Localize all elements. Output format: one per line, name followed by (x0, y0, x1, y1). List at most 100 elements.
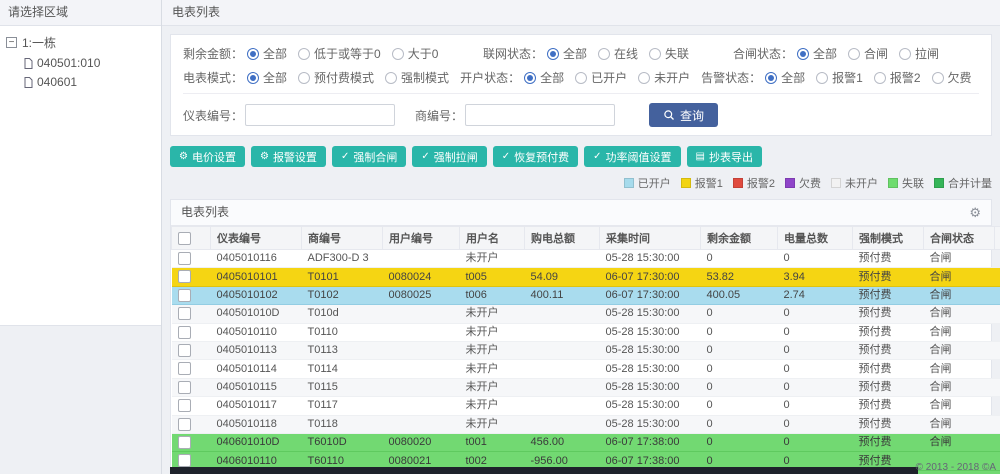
toolbar-button[interactable]: ⚙ 电价设置 (170, 146, 245, 167)
radio-option[interactable]: 报警2 (873, 69, 921, 86)
radio-icon (385, 71, 398, 84)
radio-option[interactable]: 拉闸 (899, 45, 939, 62)
radio-option[interactable]: 全部 (247, 69, 287, 86)
radio-option[interactable]: 全部 (524, 69, 564, 86)
radio-option[interactable]: 欠费 (931, 69, 972, 86)
radio-option[interactable]: 失联 (649, 45, 689, 62)
radio-icon (524, 71, 537, 84)
tree-node[interactable]: 040601 (6, 75, 155, 89)
copyright: © 2013 - 2018 ©A (915, 462, 996, 473)
search-button-label: 查询 (680, 108, 705, 123)
tree-root-item[interactable]: − 1:一栋 (6, 34, 155, 51)
row-checkbox-cell (171, 415, 211, 435)
radio-option[interactable]: 大于0 (391, 45, 438, 62)
table-cell: 0080025 (382, 286, 460, 306)
row-checkbox[interactable] (177, 288, 191, 302)
search-button[interactable]: 查询 (649, 103, 719, 127)
row-checkbox[interactable] (177, 344, 191, 358)
table-row[interactable]: 040601010D T6010D 0080020 t001 456.00 06-07 1… (171, 433, 1000, 453)
radio-option[interactable]: 已开户 (575, 69, 627, 86)
table-row[interactable]: 0405010116 ADF300-D 3 未开户 05-28 15:30:00 0 0 预… (171, 249, 1000, 269)
table-cell: 0405010117 (210, 396, 302, 416)
radio-icon (247, 71, 260, 84)
tree-node[interactable]: 040501:010 (6, 56, 155, 70)
table-cell (382, 304, 460, 324)
filter-row-1: 剩余金额： 全部 低于或等于0 大于0 联网状态： 全部 在线 失联 合闸状态： 全部 合闸 拉闸 (183, 45, 979, 62)
radio-option-label: 报警1 (832, 71, 863, 85)
row-checkbox[interactable] (177, 252, 191, 265)
table-row[interactable]: 0405010113T0113未开户05-28 15:30:0000预付费合闸在… (171, 341, 1000, 361)
table-cell: 0 (777, 396, 853, 416)
legend-item: 已开户 (623, 175, 671, 191)
legend-swatch (623, 178, 634, 188)
row-checkbox[interactable] (177, 399, 191, 413)
table-row[interactable]: 0405010110T0110未开户05-28 15:30:0000预付费合闸在… (171, 323, 1000, 343)
radio-option[interactable]: 全部 (247, 45, 287, 62)
table-row[interactable]: 0405010117T0117未开户05-28 15:30:0000预付费合闸在… (171, 396, 1000, 416)
table-settings-gear-icon[interactable]: ⚙ (969, 206, 981, 219)
legend-item: 欠费 (785, 175, 821, 191)
radio-option[interactable]: 强制模式 (385, 69, 449, 86)
toolbar-button[interactable]: ▤ 抄表导出 (686, 146, 762, 167)
toolbar-button[interactable]: ✓ 功率阈值设置 (584, 146, 681, 167)
table-cell: 合闸 (923, 286, 995, 306)
table-row[interactable]: 0405010102 T0102 0080025 t006 400.11 06-07 17… (171, 286, 1000, 306)
row-checkbox[interactable] (177, 436, 191, 450)
table-cell (524, 378, 600, 398)
radio-option[interactable]: 未开户 (638, 69, 690, 86)
row-checkbox[interactable] (177, 362, 191, 376)
table-cell (382, 323, 460, 343)
tree-node-label: 040601 (37, 75, 78, 89)
radio-option-label: 欠费 (947, 71, 972, 85)
select-all-checkbox[interactable] (178, 231, 191, 245)
radio-option[interactable]: 全部 (765, 69, 805, 86)
row-checkbox[interactable] (177, 380, 191, 394)
table-cell: T0115 (301, 378, 383, 398)
merchant-no-input[interactable] (465, 104, 616, 126)
row-checkbox[interactable] (177, 325, 191, 339)
table-cell: 0 (777, 359, 853, 379)
radio-option-label: 强制模式 (401, 71, 450, 85)
table-cell: t005 (459, 267, 525, 287)
radio-option[interactable]: 在线 (598, 45, 638, 62)
toolbar-button[interactable]: ✓ 强制合闸 (331, 146, 407, 167)
table-cell: 合闸 (923, 415, 995, 435)
toolbar-button[interactable]: ✓ 强制拉闸 (412, 146, 487, 167)
filter-group-label: 联网状态： (483, 47, 544, 61)
collapse-icon[interactable]: − (6, 37, 17, 48)
table-cell: 0 (700, 378, 778, 398)
radio-icon (899, 47, 912, 60)
table-row[interactable]: 0405010115T0115未开户05-28 15:30:0000预付费合闸在… (171, 378, 1000, 398)
toolbar-button[interactable]: ⚙ 报警设置 (250, 146, 326, 167)
meter-table: 仪表编号商编号用户编号用户名购电总额采集时间剩余金额电量总数强制模式合闸状态是否… (171, 226, 1000, 474)
search-icon (663, 109, 675, 121)
row-checkbox[interactable] (177, 454, 191, 468)
column-header: 合闸状态 (923, 226, 995, 250)
table-row[interactable]: 0405010101 T0101 0080024 t005 54.09 06-07 17:… (171, 267, 1000, 287)
row-checkbox[interactable] (177, 270, 191, 284)
check-icon: ✓ (593, 150, 602, 162)
column-header: 是否失连 (994, 226, 1000, 250)
table-row[interactable]: 040501010DT010d未开户05-28 15:30:0000预付费合闸在… (171, 304, 1000, 324)
table-row[interactable]: 0405010114T0114未开户05-28 15:30:0000预付费合闸在… (171, 359, 1000, 379)
radio-option[interactable]: 合闸 (848, 45, 888, 62)
radio-option[interactable]: 全部 (547, 45, 587, 62)
radio-option[interactable]: 全部 (797, 45, 837, 62)
meter-no-input[interactable] (245, 104, 396, 126)
file-icon (24, 57, 33, 69)
header-checkbox-cell (171, 226, 211, 250)
radio-icon (797, 47, 810, 60)
radio-option[interactable]: 低于或等于0 (298, 45, 381, 62)
table-cell (382, 415, 460, 435)
table-row[interactable]: 0405010118T0118未开户05-28 15:30:0000预付费合闸在… (171, 415, 1000, 435)
horizontal-scrollbar[interactable] (170, 467, 918, 474)
row-checkbox[interactable] (177, 417, 191, 431)
radio-option[interactable]: 报警1 (816, 69, 863, 86)
table-cell: 05-28 15:30:00 (599, 415, 701, 435)
toolbar-button-label: 强制拉闸 (433, 151, 478, 164)
toolbar-button[interactable]: ✓ 恢复预付费 (492, 146, 579, 167)
radio-icon (873, 71, 886, 84)
row-checkbox[interactable] (177, 307, 191, 321)
radio-option[interactable]: 预付费模式 (298, 69, 374, 86)
radio-option-label: 失联 (665, 47, 690, 61)
